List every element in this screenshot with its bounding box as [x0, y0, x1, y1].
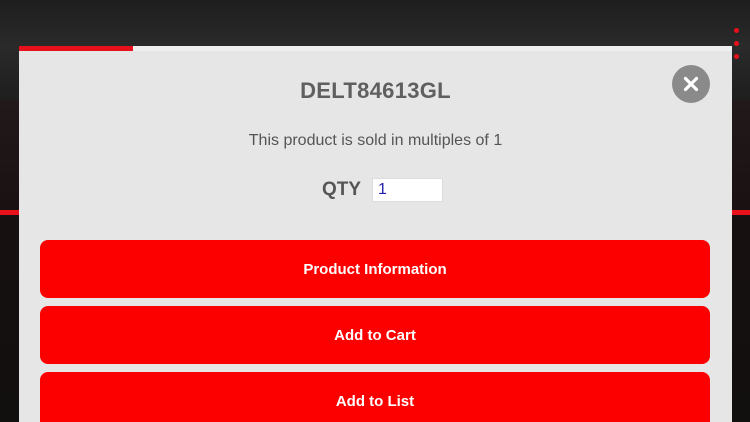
loading-progress-fill: [19, 46, 134, 51]
product-quantity-dialog: DELT84613GL This product is sold in mult…: [19, 46, 732, 422]
product-sku-title: DELT84613GL: [300, 78, 451, 103]
sold-in-multiples-text: This product is sold in multiples of 1: [248, 132, 503, 149]
add-to-list-button[interactable]: Add to List: [40, 372, 710, 422]
quantity-label: QTY: [321, 179, 362, 200]
more-options-dots-icon: [734, 28, 740, 67]
add-to-cart-button[interactable]: Add to Cart: [40, 306, 710, 364]
quantity-input[interactable]: [372, 178, 444, 202]
quantity-row: QTY: [19, 178, 732, 202]
loading-progress-bar: [19, 46, 732, 51]
product-information-button[interactable]: Product Information: [40, 240, 710, 298]
